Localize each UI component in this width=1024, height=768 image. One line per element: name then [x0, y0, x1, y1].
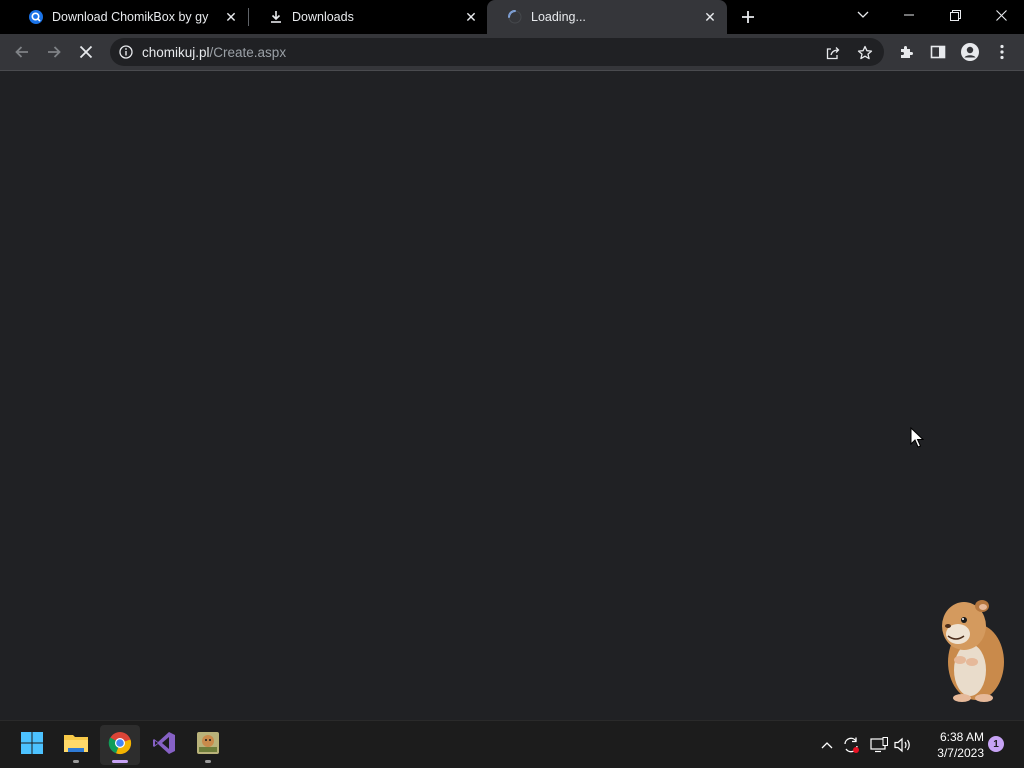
network-icon[interactable]: [868, 734, 890, 756]
site-info-icon[interactable]: [118, 44, 134, 60]
tab-title: Loading...: [531, 10, 586, 24]
tab-loading[interactable]: Loading... ✕: [487, 0, 727, 34]
more-menu-icon[interactable]: [988, 38, 1016, 66]
extensions-icon[interactable]: [892, 38, 920, 66]
new-tab-button[interactable]: [738, 7, 758, 27]
running-indicator: [205, 760, 211, 763]
address-bar[interactable]: chomikuj.pl/Create.aspx: [110, 38, 884, 66]
clock-time: 6:38 AM: [939, 730, 984, 744]
tab-strip: Download ChomikBox by gy ✕ Downloads ✕ L…: [0, 0, 1024, 34]
close-tab-icon[interactable]: ✕: [222, 8, 240, 26]
url-text: chomikuj.pl/Create.aspx: [142, 45, 286, 60]
notification-badge[interactable]: 1: [988, 736, 1004, 752]
close-tab-icon[interactable]: ✕: [701, 8, 719, 26]
hamster-mascot-icon: [934, 596, 1010, 704]
tab-title: Download ChomikBox by gy: [52, 10, 209, 24]
profile-avatar-icon[interactable]: [956, 38, 984, 66]
forward-button[interactable]: [40, 38, 68, 66]
tab-title: Downloads: [292, 10, 354, 24]
url-path: /Create.aspx: [209, 44, 287, 60]
tab-downloads[interactable]: Downloads ✕: [248, 0, 488, 34]
windows-start-icon: [20, 731, 44, 760]
volume-icon[interactable]: [892, 734, 914, 756]
bookmark-star-icon[interactable]: [856, 44, 874, 62]
visual-studio-icon: [152, 731, 176, 760]
taskbar-chomikbox[interactable]: [188, 725, 228, 765]
taskbar-chrome[interactable]: [100, 725, 140, 765]
tab-search-button[interactable]: [840, 0, 886, 30]
taskbar-visual-studio[interactable]: [144, 725, 184, 765]
browser-toolbar: chomikuj.pl/Create.aspx: [0, 34, 1024, 70]
mouse-cursor-icon: [910, 426, 925, 449]
close-tab-icon[interactable]: ✕: [462, 8, 480, 26]
clock-date: 3/7/2023: [937, 746, 984, 760]
close-window-button[interactable]: [978, 0, 1024, 30]
taskbar-file-explorer[interactable]: [56, 725, 96, 765]
show-hidden-icons-chevron-icon[interactable]: [816, 734, 838, 756]
windows-taskbar: 6:38 AM 3/7/2023 1: [0, 720, 1024, 768]
running-indicator: [73, 760, 79, 763]
restore-button[interactable]: [932, 0, 978, 30]
chrome-icon: [108, 731, 132, 760]
system-clock[interactable]: 6:38 AM 3/7/2023: [920, 729, 984, 761]
file-explorer-icon: [63, 732, 89, 759]
side-panel-icon[interactable]: [924, 38, 952, 66]
download-icon: [268, 9, 284, 25]
minimize-button[interactable]: [886, 0, 932, 30]
search-favicon-icon: [28, 9, 44, 25]
back-button[interactable]: [8, 38, 36, 66]
url-host: chomikuj.pl: [142, 44, 210, 60]
tab-chomikbox[interactable]: Download ChomikBox by gy ✕: [8, 0, 248, 34]
chomikbox-icon: [196, 731, 220, 760]
browser-window: Download ChomikBox by gy ✕ Downloads ✕ L…: [0, 0, 1024, 768]
share-icon[interactable]: [824, 44, 842, 62]
sync-icon[interactable]: [840, 734, 862, 756]
start-button[interactable]: [12, 725, 52, 765]
page-content: [0, 71, 1024, 720]
running-indicator: [112, 760, 128, 763]
spinner-icon: [507, 9, 523, 25]
stop-loading-button[interactable]: [72, 38, 100, 66]
